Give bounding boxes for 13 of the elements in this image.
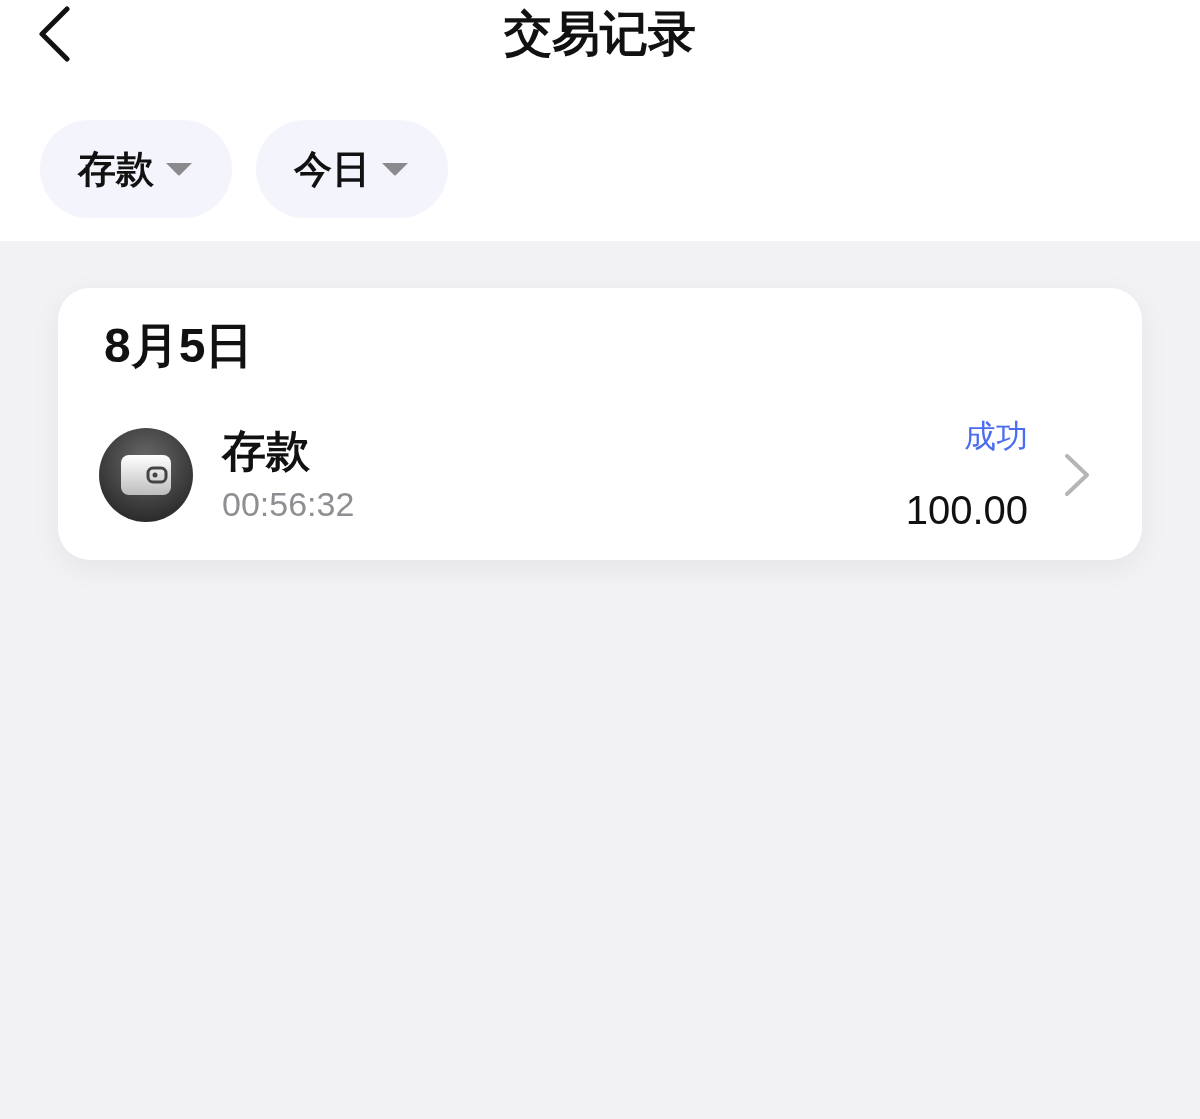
amount: 100.00 xyxy=(905,490,1028,530)
transaction-row[interactable]: 存款 00:56:32 成功 100.00 xyxy=(98,420,1090,530)
filter-dropdown[interactable]: 存款 xyxy=(40,120,232,218)
filter-dropdown[interactable]: 今日 xyxy=(256,120,448,218)
wallet-icon xyxy=(98,427,194,523)
transaction-title: 存款 xyxy=(222,429,311,473)
page-title: 交易记录 xyxy=(504,10,696,58)
transaction-time: 00:56:32 xyxy=(222,487,355,521)
caret-icon xyxy=(380,161,410,177)
caret-icon xyxy=(164,161,194,177)
status-label: 成功 xyxy=(964,420,1028,452)
date-heading: 8月5日 xyxy=(104,322,255,370)
chevron-right-icon xyxy=(1064,453,1090,497)
